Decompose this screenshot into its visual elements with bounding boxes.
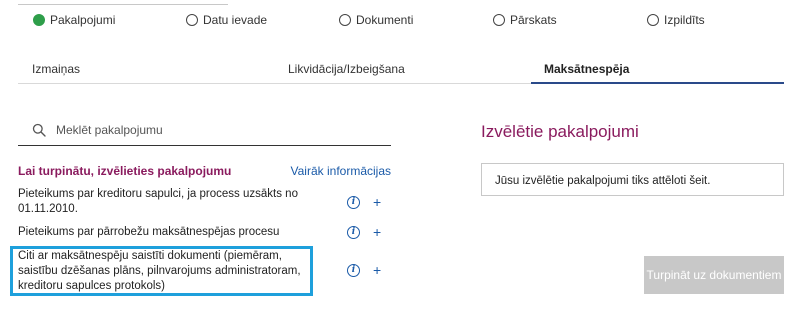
service-item-label: Pieteikums par pārrobežu maksātnespējas … — [18, 226, 280, 238]
services-header: Lai turpinātu, izvēlieties pakalpojumu V… — [18, 164, 391, 178]
info-icon[interactable]: i — [347, 264, 360, 277]
step-label: Datu ievade — [203, 13, 268, 27]
step-active-icon — [33, 14, 45, 26]
service-search — [18, 114, 391, 146]
step-circle-icon — [186, 14, 198, 26]
stepper-active-line — [18, 4, 228, 5]
step-label: Izpildīts — [664, 13, 705, 27]
info-icon[interactable]: i — [347, 226, 360, 239]
tab-likvidacija[interactable]: Likvidācija/Izbeigšana — [288, 62, 405, 76]
step-label: Dokumenti — [356, 13, 414, 27]
progress-stepper: Pakalpojumi Datu ievade Dokumenti Pārska… — [0, 0, 799, 40]
service-item-label: Pieteikums par kreditoru sapulci, ja pro… — [18, 188, 298, 215]
category-tabs: Izmaiņas Likvidācija/Izbeigšana Maksātne… — [18, 54, 784, 84]
services-title: Lai turpinātu, izvēlieties pakalpojumu — [18, 164, 232, 178]
add-icon[interactable]: + — [373, 225, 381, 239]
service-item[interactable]: Pieteikums par pārrobežu maksātnespējas … — [18, 225, 391, 240]
more-info-link[interactable]: Vairāk informācijas — [291, 164, 391, 178]
add-icon[interactable]: + — [373, 195, 381, 209]
step-parskats[interactable]: Pārskats — [493, 13, 557, 27]
step-label: Pakalpojumi — [50, 13, 116, 27]
step-izpildits[interactable]: Izpildīts — [647, 13, 705, 27]
highlight-frame — [10, 246, 313, 296]
tab-izmainas[interactable]: Izmaiņas — [32, 62, 80, 76]
add-icon[interactable]: + — [373, 263, 381, 277]
step-label: Pārskats — [510, 13, 557, 27]
active-tab-indicator — [531, 82, 784, 84]
search-input[interactable] — [56, 122, 376, 137]
step-pakalpojumi[interactable]: Pakalpojumi — [33, 13, 115, 27]
selected-services-title: Izvēlētie pakalpojumi — [481, 122, 639, 141]
tab-maksatnespeja[interactable]: Maksātnespēja — [544, 62, 629, 76]
continue-to-documents-button[interactable]: Turpināt uz dokumentiem — [644, 256, 784, 294]
info-icon[interactable]: i — [347, 196, 360, 209]
step-circle-icon — [339, 14, 351, 26]
step-circle-icon — [647, 14, 659, 26]
service-item[interactable]: Pieteikums par kreditoru sapulci, ja pro… — [18, 187, 391, 217]
search-icon — [32, 123, 46, 137]
step-circle-icon — [493, 14, 505, 26]
step-datu-ievade[interactable]: Datu ievade — [186, 13, 267, 27]
step-dokumenti[interactable]: Dokumenti — [339, 13, 413, 27]
selected-services-box: Jūsu izvēlētie pakalpojumi tiks attēloti… — [481, 163, 784, 196]
